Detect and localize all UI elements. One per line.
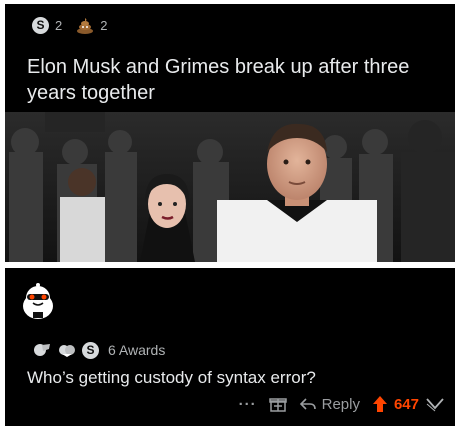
downvote-chevron-icon[interactable] — [425, 396, 445, 412]
comment-text: Who’s getting custody of syntax error? — [27, 368, 316, 387]
vote-score: 647 — [393, 395, 419, 413]
gift-award-icon[interactable] — [268, 395, 287, 413]
awards-count-label[interactable]: 6 Awards — [108, 342, 165, 358]
comment-awards[interactable]: S 6 Awards — [32, 340, 165, 360]
vote-control: 647 — [372, 395, 445, 413]
comment-actions: ··· Reply 647 — [239, 392, 445, 416]
award-count: 2 — [55, 17, 63, 33]
reply-label: Reply — [321, 395, 360, 413]
award-count: 2 — [100, 17, 108, 33]
silver-coin-icon: S — [32, 16, 49, 34]
more-options-button[interactable]: ··· — [239, 396, 257, 413]
post-title[interactable]: Elon Musk and Grimes break up after thre… — [27, 54, 437, 106]
post-awards[interactable]: S 2 2 — [32, 14, 115, 36]
reply-button[interactable]: Reply — [299, 396, 360, 413]
poop-award-icon — [76, 17, 94, 34]
hugz-award-icon — [57, 342, 77, 358]
facepalm-award-icon — [32, 342, 52, 358]
post-card[interactable]: S 2 2 Elon Musk and Grimes break up afte… — [5, 4, 455, 262]
comment-card[interactable]: S 6 Awards Who’s getting custody of synt… — [5, 268, 455, 426]
reply-arrow-icon — [299, 396, 317, 412]
upvote-arrow-icon[interactable] — [372, 395, 388, 413]
silver-coin-icon: S — [82, 341, 99, 359]
post-image[interactable] — [5, 112, 455, 262]
avatar[interactable] — [19, 282, 57, 322]
